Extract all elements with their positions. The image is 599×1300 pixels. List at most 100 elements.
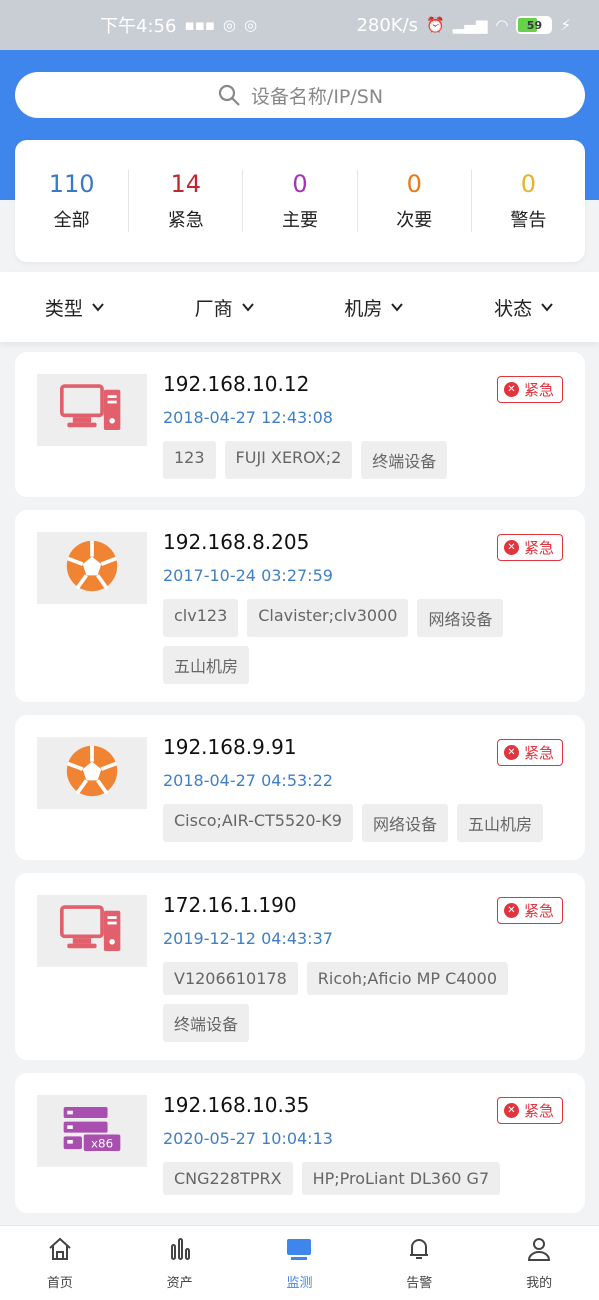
nav-bell[interactable]: 告警 — [379, 1235, 459, 1291]
device-thumbnail: x86 — [37, 1095, 147, 1167]
stat-label: 紧急 — [167, 210, 204, 231]
stat-label: 全部 — [53, 210, 90, 231]
device-tag: Clavister;clv3000 — [247, 599, 409, 637]
close-circle-icon: ✕ — [503, 903, 519, 918]
device-tags: V1206610178 Ricoh;Aficio MP C4000 终端设备 — [163, 962, 563, 1042]
bar-chart-icon — [166, 1235, 194, 1267]
device-tag: HP;ProLiant DL360 G7 — [301, 1162, 501, 1195]
network-ball-icon — [64, 743, 120, 803]
stat-label: 警告 — [510, 210, 547, 231]
stat-count: 0 — [292, 170, 308, 198]
nav-label: 首页 — [46, 1276, 73, 1291]
severity-label: 紧急 — [523, 381, 554, 399]
device-tag: 终端设备 — [361, 441, 448, 479]
severity-label: 紧急 — [523, 744, 554, 762]
device-tag: clv123 — [163, 599, 239, 637]
device-tag: CNG228TPRX — [163, 1162, 293, 1195]
severity-badge: ✕ 紧急 — [496, 376, 563, 403]
stat-次要[interactable]: 0 次要 — [358, 170, 472, 232]
device-thumbnail — [37, 532, 147, 604]
device-list: 192.168.10.12 2018-04-27 12:43:08 123 FUJI … — [15, 352, 585, 1225]
stat-全部[interactable]: 110 全部 — [15, 170, 130, 232]
device-timestamp: 2018-04-27 04:53:22 — [163, 771, 333, 790]
device-tag: 终端设备 — [163, 1004, 250, 1042]
nav-bar-chart[interactable]: 资产 — [140, 1235, 220, 1291]
network-ball-icon — [64, 538, 120, 598]
filter-label: 机房 — [344, 297, 383, 320]
message-icon: ▪▪▪ — [184, 16, 215, 34]
app-notification-icon: ◎ — [222, 16, 237, 34]
device-card[interactable]: 192.168.8.205 2017-10-24 03:27:59 clv123 Cl… — [15, 510, 585, 702]
search-placeholder: 设备名称/IP/SN — [250, 85, 384, 108]
chevron-down-icon — [391, 303, 404, 312]
chevron-down-icon — [92, 303, 104, 312]
close-circle-icon: ✕ — [503, 382, 519, 397]
device-tags: 123 FUJI XEROX;2 终端设备 — [163, 441, 563, 479]
filter-dropdown[interactable]: 类型 — [45, 294, 105, 321]
severity-label: 紧急 — [523, 1102, 554, 1120]
nav-label: 监测 — [286, 1276, 313, 1291]
device-tag: 五山机房 — [456, 804, 543, 842]
nav-monitor[interactable]: 监测 — [259, 1235, 339, 1291]
close-circle-icon: ✕ — [503, 1103, 519, 1118]
nav-user[interactable]: 我的 — [499, 1235, 579, 1291]
filter-label: 类型 — [44, 297, 83, 320]
device-tag: Cisco;AIR-CT5520-K9 — [163, 804, 353, 842]
severity-badge: ✕ 紧急 — [496, 897, 563, 924]
device-tags: Cisco;AIR-CT5520-K9 网络设备 五山机房 — [163, 804, 563, 842]
stat-label: 次要 — [396, 210, 433, 231]
device-timestamp: 2019-12-12 04:43:37 — [163, 929, 333, 948]
close-circle-icon: ✕ — [503, 540, 519, 555]
device-tag: 五山机房 — [163, 646, 250, 684]
server-x86-icon: x86 — [60, 1103, 124, 1159]
search-icon — [218, 84, 240, 106]
device-timestamp: 2020-05-27 10:04:13 — [163, 1129, 333, 1148]
stat-主要[interactable]: 0 主要 — [243, 170, 358, 232]
stat-紧急[interactable]: 14 紧急 — [129, 170, 244, 232]
device-tag: V1206610178 — [163, 962, 298, 995]
severity-badge: ✕ 紧急 — [496, 739, 563, 766]
severity-badge: ✕ 紧急 — [496, 1097, 563, 1124]
device-timestamp: 2018-04-27 12:43:08 — [163, 408, 333, 427]
stat-count: 110 — [48, 170, 95, 198]
device-tag: 网络设备 — [417, 599, 504, 637]
filter-label: 状态 — [494, 297, 533, 320]
device-tags: clv123 Clavister;clv3000 网络设备五山机房 — [163, 599, 563, 684]
signal-icon: ▂▄▆ — [452, 16, 488, 34]
stats-card: 110 全部 14 紧急 0 主要 0 次要 0 警告 — [15, 140, 585, 262]
nav-label: 资产 — [166, 1276, 193, 1291]
device-thumbnail — [37, 374, 147, 446]
filter-dropdown[interactable]: 状态 — [494, 294, 554, 321]
device-card[interactable]: 192.168.9.91 2018-04-27 04:53:22 Cisco;AIR… — [15, 715, 585, 860]
battery-icon: 59 — [516, 16, 553, 34]
device-card[interactable]: 192.168.10.12 2018-04-27 12:43:08 123 FUJI … — [15, 352, 585, 497]
monitor-icon — [285, 1235, 313, 1267]
filter-dropdown[interactable]: 厂商 — [195, 294, 255, 321]
device-card[interactable]: x86 192.168.10.35 2020-05-27 10:04:13 CNG22… — [15, 1073, 585, 1213]
filter-dropdown[interactable]: 机房 — [344, 294, 404, 321]
device-tags: CNG228TPRX HP;ProLiant DL360 G7 — [163, 1162, 563, 1195]
severity-label: 紧急 — [523, 902, 554, 920]
device-tag: 网络设备 — [361, 804, 448, 842]
home-icon — [46, 1235, 74, 1267]
filter-bar: 类型 厂商 机房 状态 — [0, 272, 599, 342]
bottom-nav: 首页 资产 监测 告警 我的 — [0, 1225, 599, 1300]
close-circle-icon: ✕ — [503, 745, 519, 760]
stat-label: 主要 — [282, 210, 318, 231]
stat-警告[interactable]: 0 警告 — [472, 170, 585, 232]
status-bar: 下午4:56 ▪▪▪ ◎ ◎ 280K/s ⏰ ▂▄▆ ◠ 59 ⚡ — [0, 0, 599, 50]
stat-count: 14 — [170, 170, 202, 198]
severity-badge: ✕ 紧急 — [496, 534, 563, 561]
device-card[interactable]: 172.16.1.190 2019-12-12 04:43:37 V12066101… — [15, 873, 585, 1060]
severity-label: 紧急 — [523, 539, 554, 557]
svg-text:x86: x86 — [91, 1136, 113, 1150]
status-time: 下午4:56 — [100, 16, 177, 37]
device-thumbnail — [37, 895, 147, 967]
device-thumbnail — [37, 737, 147, 809]
search-input[interactable]: 设备名称/IP/SN — [15, 72, 585, 118]
device-timestamp: 2017-10-24 03:27:59 — [163, 566, 333, 585]
nav-home[interactable]: 首页 — [20, 1235, 100, 1291]
desktop-icon — [60, 382, 124, 438]
filter-label: 厂商 — [194, 297, 233, 320]
device-tag: FUJI XEROX;2 — [224, 441, 353, 479]
